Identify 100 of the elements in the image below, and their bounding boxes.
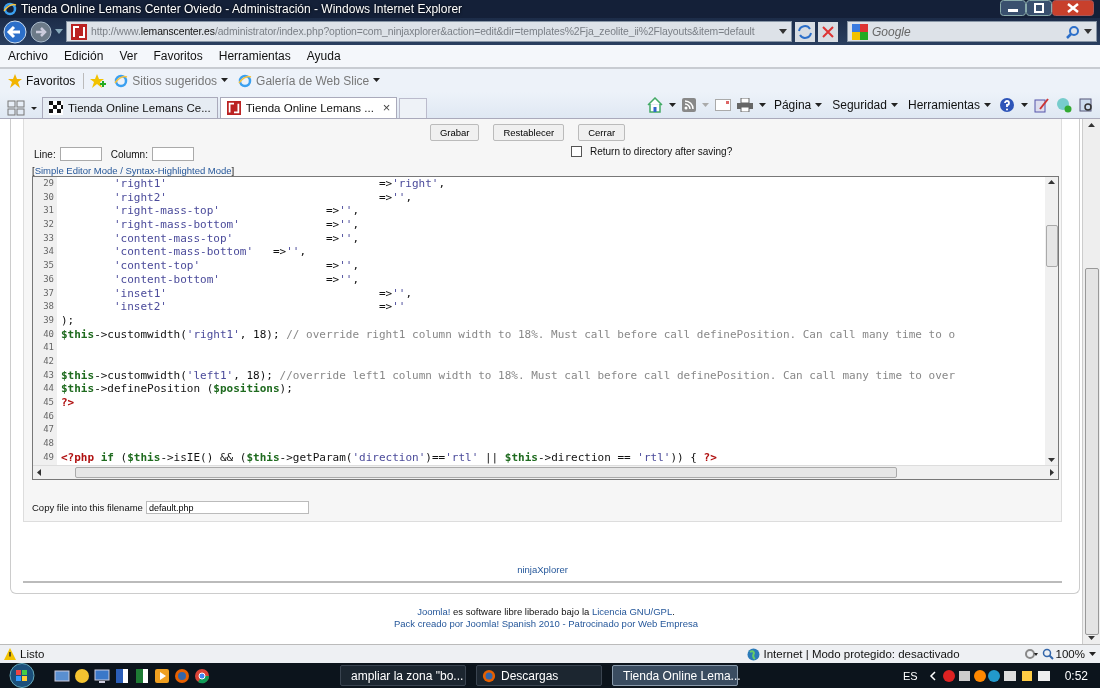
- taskbar-button[interactable]: Tienda Online Lema...: [612, 665, 738, 686]
- command-menu[interactable]: Herramientas: [905, 96, 993, 114]
- caret-icon: [221, 78, 229, 83]
- research-icon[interactable]: [1034, 97, 1050, 113]
- refresh-icon[interactable]: [795, 21, 815, 42]
- code-line: $this->customwidth('left1', 18); //override left1 column width to 18%. Must call before call definePosition. Can call many time to over: [61, 368, 956, 382]
- checkbox[interactable]: [570, 145, 582, 157]
- menu-item[interactable]: Herramientas: [210, 49, 299, 63]
- status-text: Listo: [20, 648, 46, 660]
- restore-icon[interactable]: [1026, 0, 1052, 16]
- favorites-link[interactable]: Galería de Web Slice: [236, 71, 383, 90]
- joomla-link[interactable]: Joomla!: [417, 606, 451, 617]
- address-field[interactable]: http://www.lemanscenter.es/administrator/index.php?option=com_ninjaxplorer&action=edit&dir=templates%2Fja_zeolite_ii%2Flayouts&item=default: [66, 21, 792, 42]
- add-favorite-icon[interactable]: [90, 73, 107, 88]
- caret-icon[interactable]: [1089, 651, 1096, 657]
- page-scrollbar[interactable]: [1082, 119, 1100, 644]
- code-editor[interactable]: [32, 176, 1059, 480]
- line-number: 38: [42, 300, 55, 314]
- line-field[interactable]: [59, 147, 102, 161]
- menu-item[interactable]: Ayuda: [298, 49, 349, 63]
- round-browser-icon[interactable]: [194, 667, 210, 684]
- fox-browser-icon[interactable]: [174, 667, 190, 684]
- mail-icon[interactable]: [714, 99, 731, 111]
- line-number: 32: [42, 218, 55, 232]
- close-icon[interactable]: [1052, 0, 1094, 16]
- code-line: ?>: [61, 396, 75, 409]
- line-number: 37: [42, 286, 55, 300]
- history-caret-icon[interactable]: [55, 28, 63, 35]
- dropdown-caret-icon[interactable]: [779, 28, 787, 35]
- editor-horizontal-scrollbar[interactable]: [33, 465, 1058, 479]
- messenger-icon[interactable]: [1056, 97, 1072, 113]
- clock: 0:52: [1064, 668, 1088, 683]
- feed-icon[interactable]: [681, 98, 696, 112]
- command-menu[interactable]: Página: [771, 96, 825, 114]
- zoom-level[interactable]: 100%: [1055, 648, 1085, 660]
- caret-icon[interactable]: [1021, 102, 1028, 108]
- printer-icon[interactable]: [736, 98, 753, 112]
- desktop-icon[interactable]: [54, 667, 70, 684]
- line-number: 46: [42, 409, 55, 423]
- stop-icon[interactable]: [818, 21, 838, 42]
- favorites-button[interactable]: Favoritos: [6, 71, 78, 90]
- search-field[interactable]: Google: [872, 24, 1062, 39]
- minimize-icon[interactable]: [1000, 0, 1026, 16]
- dropdown-caret-icon[interactable]: [1084, 28, 1092, 35]
- tools-icon[interactable]: [1078, 97, 1094, 113]
- taskbar-button[interactable]: ampliar la zona "bo...: [340, 665, 466, 686]
- form-button[interactable]: Grabar: [429, 124, 480, 141]
- column-field[interactable]: [151, 147, 194, 161]
- scrollbar-thumb[interactable]: [74, 467, 897, 478]
- browser-tab[interactable]: Tienda Online Lemans ... ×: [219, 97, 398, 118]
- code-line: 'right-mass-bottom' =>'',: [112, 218, 360, 232]
- favorites-link[interactable]: Sitios sugeridos: [112, 71, 231, 90]
- menu-item[interactable]: Ver: [111, 49, 146, 63]
- menu-item[interactable]: Edición: [56, 49, 112, 63]
- search-bar[interactable]: Google: [847, 21, 1097, 42]
- close-tab-button[interactable]: ×: [382, 101, 391, 115]
- help-icon[interactable]: [999, 97, 1015, 113]
- back-icon[interactable]: [3, 19, 27, 44]
- spreadsheet-icon[interactable]: [134, 667, 150, 684]
- scrollbar-thumb[interactable]: [1045, 225, 1058, 267]
- editor-scrollbar[interactable]: [1045, 177, 1058, 465]
- menu-item[interactable]: Favoritos: [145, 49, 211, 63]
- checkbox-label[interactable]: Return to directory after saving?: [589, 145, 733, 157]
- code-line: $this->customwidth('right1', 18); // override right1 column width to 18%. Must call before call definePosition. Can call many time to o: [61, 327, 956, 341]
- search-icon[interactable]: [1066, 24, 1080, 39]
- gear-icon[interactable]: [1023, 648, 1038, 660]
- scroll-up-icon[interactable]: [1087, 122, 1096, 128]
- caret-icon[interactable]: [668, 102, 676, 108]
- line-number: 42: [42, 354, 55, 368]
- code-line: 'inset2' =>'': [112, 300, 406, 314]
- monitor-icon[interactable]: [94, 667, 110, 684]
- menu-item[interactable]: Archivo: [0, 49, 56, 63]
- media-player-icon[interactable]: [154, 667, 170, 684]
- code-line: 'right-mass-top' =>'',: [112, 204, 360, 219]
- home-icon[interactable]: [646, 97, 663, 113]
- caret-icon: [984, 102, 991, 108]
- form-button[interactable]: Cerrar: [578, 124, 626, 141]
- browser-tab[interactable]: Tienda Online Lemans Ce...: [42, 97, 218, 118]
- checkered-flag-icon: [49, 101, 63, 115]
- line-number: 44: [42, 382, 55, 396]
- filename-field[interactable]: default.php: [145, 501, 309, 514]
- scroll-down-icon[interactable]: [1047, 457, 1056, 463]
- line-number: 45: [42, 396, 55, 409]
- scroll-up-icon[interactable]: [1047, 179, 1056, 185]
- browser-logo-icon: [3, 2, 17, 16]
- line-number: 43: [42, 368, 55, 382]
- security-zone[interactable]: Internet | Modo protegido: desactivado: [763, 648, 1020, 660]
- credit-link[interactable]: ninjaXplorer: [517, 564, 568, 575]
- form-button[interactable]: Restablecer: [493, 124, 565, 141]
- command-menu[interactable]: Seguridad: [830, 96, 900, 114]
- scroll-left-icon[interactable]: [36, 468, 42, 477]
- code-line: 'content-bottom' =>'',: [112, 272, 360, 287]
- caret-icon[interactable]: [758, 102, 766, 108]
- forward-icon[interactable]: [30, 20, 52, 43]
- language-indicator[interactable]: ES: [902, 669, 918, 682]
- taskbar-button[interactable]: Descargas: [476, 665, 602, 686]
- scrollbar-thumb[interactable]: [1084, 267, 1099, 636]
- line-number: 36: [42, 272, 55, 286]
- document-icon[interactable]: [114, 667, 130, 684]
- scroll-right-icon[interactable]: [1049, 468, 1055, 477]
